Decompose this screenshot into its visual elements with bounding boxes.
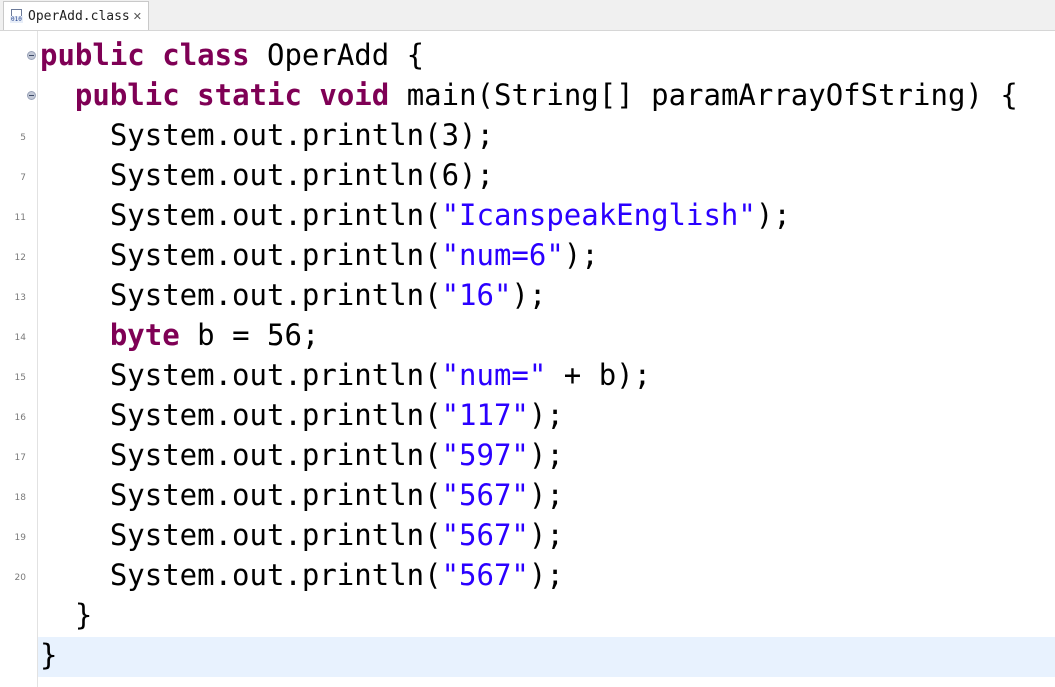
- code-line[interactable]: 11 System.out.println("IcanspeakEnglish"…: [0, 195, 1055, 235]
- code-token: );: [528, 398, 564, 432]
- code-line[interactable]: 5 System.out.println(3);: [0, 115, 1055, 155]
- code-line[interactable]: 18 System.out.println("567");: [0, 475, 1055, 515]
- tab-label: OperAdd.class: [28, 8, 130, 24]
- editor-tab-bar: 010 OperAdd.class ✕: [0, 0, 1055, 31]
- string-literal-token: "num=6": [441, 238, 564, 272]
- line-number: 13: [14, 293, 26, 303]
- keyword-token: byte: [109, 318, 180, 352]
- keyword-token: public: [40, 38, 145, 72]
- code-text: System.out.println("IcanspeakEnglish");: [40, 195, 791, 235]
- code-token: b = 56;: [179, 318, 320, 352]
- code-line[interactable]: }: [0, 635, 1055, 675]
- line-number: 11: [14, 213, 26, 223]
- string-literal-token: "567": [441, 478, 529, 512]
- code-line[interactable]: }: [0, 595, 1055, 635]
- code-text: System.out.println("567");: [40, 555, 564, 595]
- code-text: public static void main(String[] paramAr…: [40, 75, 1018, 115]
- code-token: );: [528, 478, 564, 512]
- fold-collapse-icon[interactable]: [27, 51, 36, 60]
- line-number: 15: [14, 373, 26, 383]
- code-token: );: [528, 438, 564, 472]
- code-line[interactable]: 12 System.out.println("num=6");: [0, 235, 1055, 275]
- code-text: System.out.println("567");: [40, 475, 564, 515]
- string-literal-token: "567": [441, 518, 529, 552]
- code-text: public class OperAdd {: [40, 35, 424, 75]
- code-text: System.out.println(3);: [40, 115, 494, 155]
- code-token: System.out.println(6);: [40, 158, 494, 192]
- code-token: System.out.println(: [40, 558, 442, 592]
- code-text: }: [40, 635, 57, 675]
- code-text: System.out.println("num=6");: [40, 235, 599, 275]
- code-line[interactable]: 19 System.out.println("567");: [0, 515, 1055, 555]
- line-number: 16: [14, 413, 26, 423]
- line-number: 18: [14, 493, 26, 503]
- line-number: 20: [14, 573, 26, 583]
- code-token: );: [563, 238, 599, 272]
- string-literal-token: "16": [441, 278, 512, 312]
- code-token: System.out.println(: [40, 438, 442, 472]
- code-line[interactable]: public static void main(String[] paramAr…: [0, 75, 1055, 115]
- code-token: System.out.println(: [40, 518, 442, 552]
- tab-operadd-class[interactable]: 010 OperAdd.class ✕: [3, 1, 149, 30]
- code-text: byte b = 56;: [40, 315, 320, 355]
- code-text: System.out.println(6);: [40, 155, 494, 195]
- keyword-token: void: [319, 78, 390, 112]
- code-token: System.out.println(3);: [40, 118, 494, 152]
- line-number: 12: [14, 253, 26, 263]
- code-token: );: [511, 278, 547, 312]
- code-text: System.out.println("567");: [40, 515, 564, 555]
- string-literal-token: "117": [441, 398, 529, 432]
- string-literal-token: "567": [441, 558, 529, 592]
- code-line[interactable]: 7 System.out.println(6);: [0, 155, 1055, 195]
- line-number: 7: [20, 173, 26, 183]
- code-text: System.out.println("597");: [40, 435, 564, 475]
- code-token: }: [40, 598, 93, 632]
- code-token: System.out.println(: [40, 398, 442, 432]
- code-line[interactable]: 17 System.out.println("597");: [0, 435, 1055, 475]
- string-literal-token: "IcanspeakEnglish": [441, 198, 756, 232]
- code-text: System.out.println("num=" + b);: [40, 355, 651, 395]
- line-number: 5: [20, 133, 26, 143]
- code-line[interactable]: 20 System.out.println("567");: [0, 555, 1055, 595]
- code-token: System.out.println(: [40, 198, 442, 232]
- string-literal-token: "597": [441, 438, 529, 472]
- code-token: System.out.println(: [40, 478, 442, 512]
- fold-collapse-icon[interactable]: [27, 91, 36, 100]
- code-token: main(String[] paramArrayOfString) {: [389, 78, 1018, 112]
- line-number: 17: [14, 453, 26, 463]
- code-line[interactable]: 16 System.out.println("117");: [0, 395, 1055, 435]
- code-line[interactable]: 14 byte b = 56;: [0, 315, 1055, 355]
- code-line[interactable]: public class OperAdd {: [0, 35, 1055, 75]
- code-token: }: [40, 638, 58, 672]
- code-line[interactable]: 15 System.out.println("num=" + b);: [0, 355, 1055, 395]
- line-number: 14: [14, 333, 26, 343]
- code-text: }: [40, 595, 92, 635]
- keyword-token: static: [197, 78, 302, 112]
- code-token: );: [528, 558, 564, 592]
- code-token: );: [528, 518, 564, 552]
- class-file-icon: 010: [10, 8, 24, 24]
- keyword-token: public: [74, 78, 180, 112]
- code-text: System.out.println("117");: [40, 395, 564, 435]
- close-icon[interactable]: ✕: [133, 10, 142, 23]
- line-number: 19: [14, 533, 26, 543]
- code-token: System.out.println(: [40, 358, 442, 392]
- code-line[interactable]: 13 System.out.println("16");: [0, 275, 1055, 315]
- keyword-token: class: [162, 38, 250, 72]
- code-token: );: [755, 198, 791, 232]
- code-token: System.out.println(: [40, 238, 442, 272]
- string-literal-token: "num=": [441, 358, 547, 392]
- code-text: System.out.println("16");: [40, 275, 547, 315]
- code-token: System.out.println(: [40, 278, 442, 312]
- code-token: + b);: [546, 358, 652, 392]
- code-token: OperAdd {: [249, 38, 425, 72]
